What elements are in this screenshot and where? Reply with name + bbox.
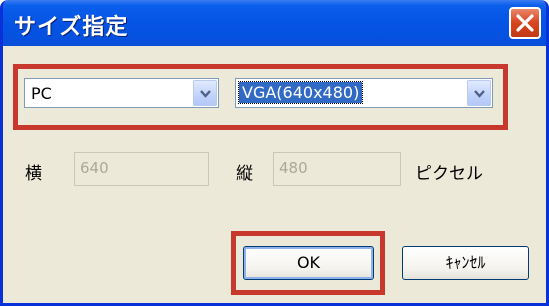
height-label: 縦 bbox=[236, 164, 253, 184]
width-field: 640 bbox=[74, 152, 209, 186]
height-field: 480 bbox=[273, 152, 401, 186]
dialog-title: サイズ指定 bbox=[14, 15, 129, 40]
height-value: 480 bbox=[279, 159, 308, 177]
close-button[interactable] bbox=[509, 7, 541, 39]
width-value: 640 bbox=[80, 159, 109, 177]
cancel-button[interactable]: ｷｬﾝｾﾙ bbox=[402, 246, 529, 280]
close-icon bbox=[516, 14, 534, 32]
resolution-value: VGA(640x480) bbox=[237, 81, 364, 104]
device-type-select[interactable]: PC bbox=[24, 78, 219, 108]
title-bar[interactable]: サイズ指定 bbox=[3, 0, 546, 46]
ok-button[interactable]: OK bbox=[243, 246, 374, 280]
device-type-value: PC bbox=[31, 84, 52, 103]
chevron-down-icon bbox=[474, 90, 485, 98]
unit-label: ピクセル bbox=[415, 164, 483, 184]
resolution-select[interactable]: VGA(640x480) bbox=[235, 78, 493, 108]
width-label: 横 bbox=[25, 164, 42, 184]
device-type-dropdown-button[interactable] bbox=[193, 80, 217, 106]
dialog-body: PC VGA(640x480) 横 640 縦 480 ピクセル OK ｷｬﾝｾ… bbox=[3, 46, 546, 303]
resolution-dropdown-button[interactable] bbox=[467, 80, 491, 106]
size-dialog: サイズ指定 PC VGA(640x480) 横 640 縦 480 ピクセル O… bbox=[0, 0, 549, 306]
chevron-down-icon bbox=[200, 90, 211, 98]
